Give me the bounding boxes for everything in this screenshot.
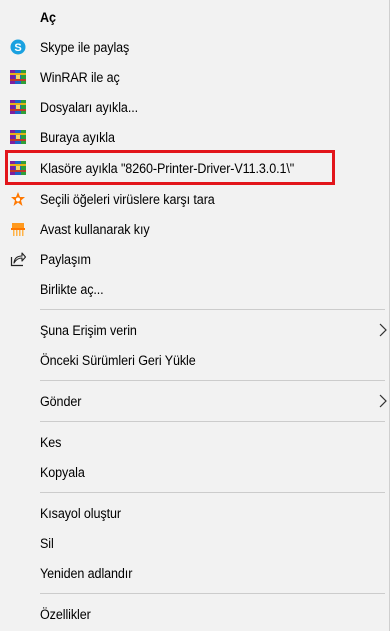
svg-text:S: S: [14, 42, 21, 54]
menu-separator: [40, 380, 385, 381]
winrar-icon: [10, 129, 26, 145]
share-icon: [10, 251, 26, 267]
menu-item-label: Kes: [40, 434, 62, 450]
menu-separator: [40, 492, 385, 493]
chevron-right-icon: [378, 322, 388, 338]
menu-item-label: Şuna Erişim verin: [40, 322, 137, 338]
menu-item-cut[interactable]: Kes: [0, 427, 386, 457]
avast-shredder-icon: [10, 221, 26, 237]
menu-item-label: Paylaşım: [40, 251, 91, 267]
menu-item-create-shortcut[interactable]: Kısayol oluştur: [0, 498, 386, 528]
winrar-icon: [10, 69, 26, 85]
menu-item-label: Önceki Sürümleri Geri Yükle: [40, 352, 196, 368]
menu-item-label: Özellikler: [40, 606, 91, 622]
menu-item-delete[interactable]: Sil: [0, 528, 386, 558]
menu-item-restore-versions[interactable]: Önceki Sürümleri Geri Yükle: [0, 345, 386, 375]
menu-item-extract-here[interactable]: Buraya ayıkla: [0, 122, 386, 152]
avast-scan-icon: [10, 191, 26, 207]
menu-item-send-to[interactable]: Gönder: [0, 386, 388, 416]
menu-item-properties[interactable]: Özellikler: [0, 599, 386, 629]
menu-item-avast-scan[interactable]: Seçili öğeleri virüslere karşı tara: [0, 184, 386, 214]
menu-item-label: Aç: [40, 9, 56, 25]
menu-item-label: Kısayol oluştur: [40, 505, 121, 521]
highlight-box: [5, 150, 335, 185]
skype-icon: S: [10, 39, 26, 55]
menu-item-winrar-open[interactable]: WinRAR ile aç: [0, 62, 386, 92]
menu-separator: [40, 421, 385, 422]
menu-item-avast-shred[interactable]: Avast kullanarak kıy: [0, 214, 386, 244]
menu-separator: [40, 309, 385, 310]
menu-item-label: WinRAR ile aç: [40, 69, 120, 85]
menu-item-rename[interactable]: Yeniden adlandır: [0, 558, 386, 588]
menu-item-label: Dosyaları ayıkla...: [40, 99, 139, 115]
winrar-icon: [10, 99, 26, 115]
menu-item-copy[interactable]: Kopyala: [0, 457, 386, 487]
menu-item-label: Gönder: [40, 393, 82, 409]
menu-item-open-with[interactable]: Birlikte aç...: [0, 274, 386, 304]
menu-item-share[interactable]: Paylaşım: [0, 244, 386, 274]
chevron-right-icon: [378, 393, 388, 409]
menu-item-label: Sil: [40, 535, 54, 551]
menu-item-label: Seçili öğeleri virüslere karşı tara: [40, 191, 215, 207]
menu-item-open[interactable]: Aç: [0, 2, 386, 32]
menu-item-extract-files[interactable]: Dosyaları ayıkla...: [0, 92, 386, 122]
menu-item-label: Birlikte aç...: [40, 281, 104, 297]
menu-separator: [40, 593, 385, 594]
menu-item-share-skype[interactable]: S Skype ile paylaş: [0, 32, 386, 62]
menu-item-label: Kopyala: [40, 464, 85, 480]
menu-item-give-access[interactable]: Şuna Erişim verin: [0, 315, 388, 345]
menu-item-label: Yeniden adlandır: [40, 565, 133, 581]
menu-item-label: Buraya ayıkla: [40, 129, 115, 145]
menu-item-label: Avast kullanarak kıy: [40, 221, 150, 237]
context-menu: Aç S Skype ile paylaş WinRAR ile aç Dosy…: [0, 0, 390, 631]
menu-item-label: Skype ile paylaş: [40, 39, 130, 55]
